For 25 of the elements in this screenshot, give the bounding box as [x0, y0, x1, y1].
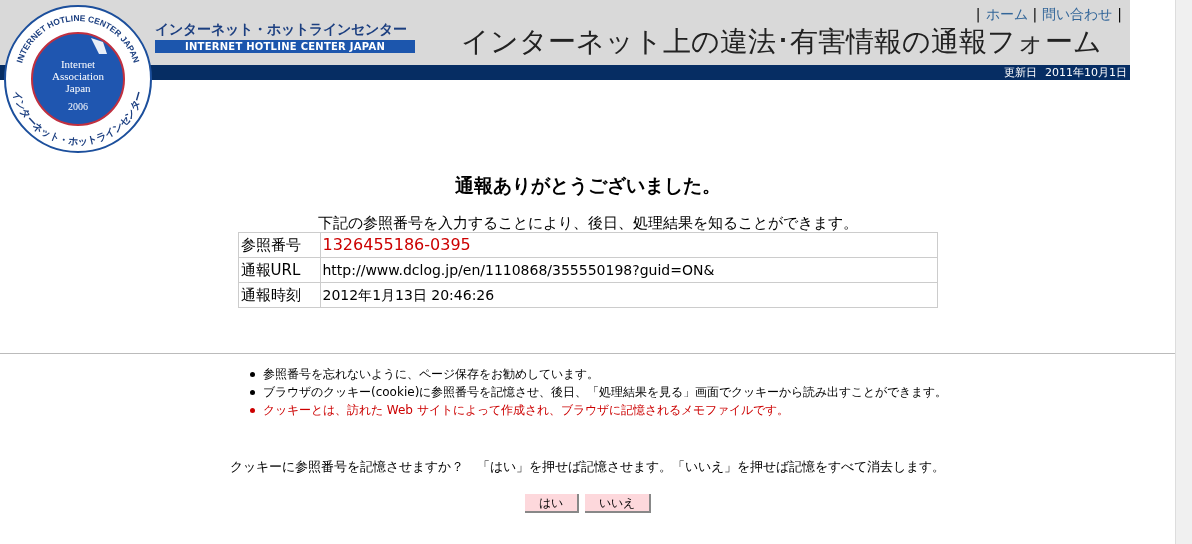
brand-subtitle: INTERNET HOTLINE CENTER JAPAN	[155, 40, 415, 53]
table-cell: 2012年1月13日 20:46:26	[320, 282, 937, 308]
nav-link[interactable]: ホーム	[985, 4, 1028, 24]
note-text: 参照番号を忘れないように、ページ保存をお勧めしています。	[263, 366, 599, 382]
note-text: クッキーとは、訪れた Web サイトによって作成され、ブラウザに記憶されるメモファイルです。	[263, 402, 789, 418]
question-text: クッキーに参照番号を記憶させますか？ 「はい」を押せば記憶させます。「いいえ」を押せば記憶をすべて消去します。	[229, 458, 946, 476]
table-cell: 通報時刻	[238, 282, 320, 308]
brand-name: インターネット・ホットラインセンター	[155, 20, 408, 38]
nav-link[interactable]: 問い合わせ	[1042, 4, 1113, 24]
separator: |	[975, 5, 981, 24]
updated-date: 2011年10月1日	[1045, 65, 1127, 80]
table-cell: 参照番号	[238, 232, 320, 258]
updated-label: 更新日	[1004, 65, 1037, 80]
separator: |	[1032, 5, 1038, 24]
page-title: インターネット上の違法･有害情報の通報フォーム	[461, 24, 1103, 60]
intro-text: 下記の参照番号を入力することにより、後日、処理結果を知ることができます。	[317, 214, 858, 232]
choice-button[interactable]: はい	[524, 494, 579, 513]
table-cell: 通報URL	[238, 257, 320, 283]
choice-button[interactable]: いいえ	[584, 494, 651, 513]
thank-you-heading: 通報ありがとうございました。	[454, 173, 721, 198]
table-cell: http://www.dclog.jp/en/1110868/355550198?guid=ON&	[320, 257, 937, 283]
scrollbar[interactable]	[1175, 0, 1192, 544]
note-text: ブラウザのクッキー(cookie)に参照番号を記憶させ、後日、「処理結果を見る」画面でクッキーから読み出すことができます。	[263, 384, 948, 400]
separator: |	[1117, 5, 1122, 24]
table-cell: 1326455186-0395	[320, 232, 937, 258]
